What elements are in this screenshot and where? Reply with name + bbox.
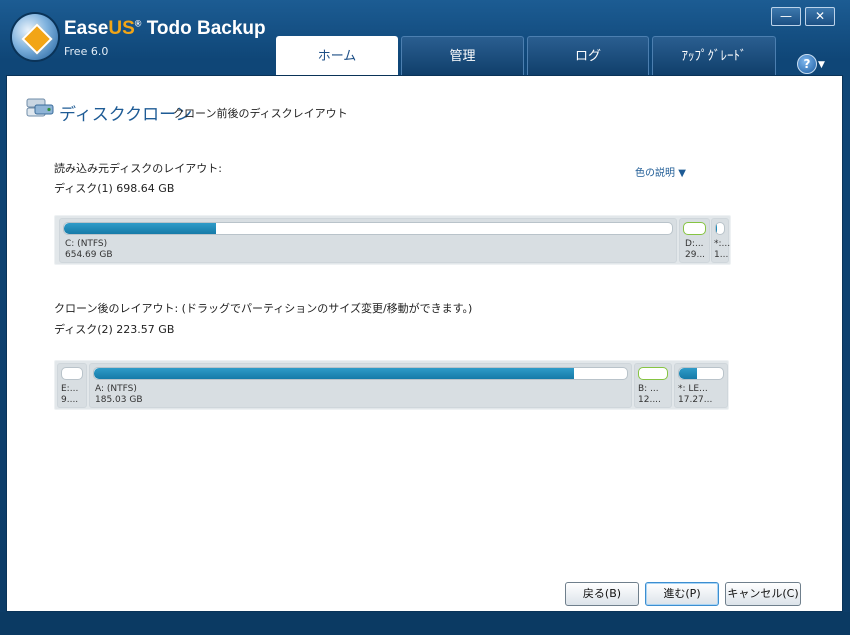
app-logo: [12, 14, 58, 60]
partition-info: A: (NTFS) 185.03 GB: [95, 384, 143, 406]
partition-usage-bar: [683, 222, 706, 235]
back-button[interactable]: 戻る(B): [565, 582, 639, 606]
partition-size: 12....: [638, 395, 661, 405]
partition-usage-bar: [63, 222, 673, 235]
target-disk-label: ディスク(2) 223.57 GB: [54, 323, 175, 336]
target-partition-a[interactable]: A: (NTFS) 185.03 GB: [89, 363, 632, 408]
app-edition: Free 6.0: [64, 45, 109, 58]
partition-usage-bar: [93, 367, 628, 380]
partition-usage-fill: [679, 368, 697, 379]
target-partition-other[interactable]: *: LE... 17.27...: [674, 363, 728, 408]
partition-size: 185.03 GB: [95, 395, 143, 405]
partition-size: 1...: [714, 250, 729, 260]
close-button[interactable]: ✕: [805, 7, 835, 26]
partition-usage-fill: [94, 368, 574, 379]
chevron-down-icon: ▼: [678, 168, 686, 179]
page-subtitle: クローン前後のディスクレイアウト: [173, 107, 348, 120]
brand-prefix: Ease: [64, 18, 109, 39]
source-partition-c[interactable]: C: (NTFS) 654.69 GB: [59, 218, 677, 263]
help-dropdown-icon[interactable]: ▼: [818, 60, 825, 70]
tab-manage[interactable]: 管理: [401, 36, 524, 75]
partition-info: B: ... 12....: [638, 384, 661, 406]
minimize-button[interactable]: —: [771, 7, 801, 26]
app-brand: EaseUS® Todo Backup: [64, 18, 266, 40]
partition-name: A: (NTFS): [95, 384, 137, 394]
tab-log[interactable]: ログ: [527, 36, 649, 75]
partition-usage-bar: [61, 367, 83, 380]
partition-usage-fill: [64, 223, 216, 234]
partition-size: 9....: [61, 395, 79, 405]
color-legend-label: 色の説明: [635, 168, 675, 179]
next-button[interactable]: 進む(P): [645, 582, 719, 606]
partition-usage-fill: [716, 223, 718, 234]
partition-name: D:...: [685, 239, 704, 249]
status-bar: [0, 612, 850, 635]
source-partition-other[interactable]: *:... 1...: [711, 218, 730, 263]
logo-diamond-icon: [21, 23, 53, 55]
partition-info: *: LE... 17.27...: [678, 384, 712, 406]
main-panel: ディスククローン クローン前後のディスクレイアウト 読み込み元ディスクのレイアウ…: [6, 75, 843, 612]
tab-upgrade[interactable]: ｱｯﾌﾟｸﾞﾚｰﾄﾞ: [652, 36, 776, 75]
partition-info: D:... 29...: [685, 239, 705, 261]
brand-accent: US: [108, 18, 135, 39]
partition-size: 17.27...: [678, 395, 713, 405]
color-legend-button[interactable]: 色の説明 ▼: [635, 164, 686, 179]
target-heading: クローン後のレイアウト: (ドラッグでパーティションのサイズ変更/移動ができます…: [54, 302, 473, 315]
source-disk-label: ディスク(1) 698.64 GB: [54, 182, 175, 195]
partition-size: 29...: [685, 250, 706, 260]
partition-info: E:... 9....: [61, 384, 78, 406]
target-partition-b[interactable]: B: ... 12....: [634, 363, 672, 408]
source-disk-map: C: (NTFS) 654.69 GB D:... 29... *:... 1.…: [54, 215, 731, 265]
partition-size: 654.69 GB: [65, 250, 113, 260]
target-partition-e[interactable]: E:... 9....: [57, 363, 87, 408]
partition-info: C: (NTFS) 654.69 GB: [65, 239, 113, 261]
app-window: EaseUS® Todo Backup Free 6.0 — ✕ ホーム 管理 …: [0, 0, 850, 635]
partition-name: C: (NTFS): [65, 239, 108, 249]
help-icon[interactable]: ?: [797, 54, 817, 74]
partition-info: *:... 1...: [714, 239, 730, 261]
partition-usage-bar: [638, 367, 668, 380]
tab-home[interactable]: ホーム: [276, 36, 398, 77]
partition-name: *:...: [714, 239, 731, 249]
partition-name: *: LE...: [678, 384, 708, 394]
disk-clone-icon: [26, 98, 54, 117]
source-heading: 読み込み元ディスクのレイアウト:: [54, 162, 222, 175]
cancel-button[interactable]: キャンセル(C): [725, 582, 801, 606]
source-partition-d[interactable]: D:... 29...: [679, 218, 710, 263]
brand-suffix: Todo Backup: [141, 18, 266, 39]
partition-name: B: ...: [638, 384, 659, 394]
partition-name: E:...: [61, 384, 79, 394]
partition-usage-bar: [715, 222, 725, 235]
partition-usage-bar: [678, 367, 724, 380]
target-disk-map: E:... 9.... A: (NTFS) 185.03 GB B: ... 1…: [54, 360, 729, 410]
